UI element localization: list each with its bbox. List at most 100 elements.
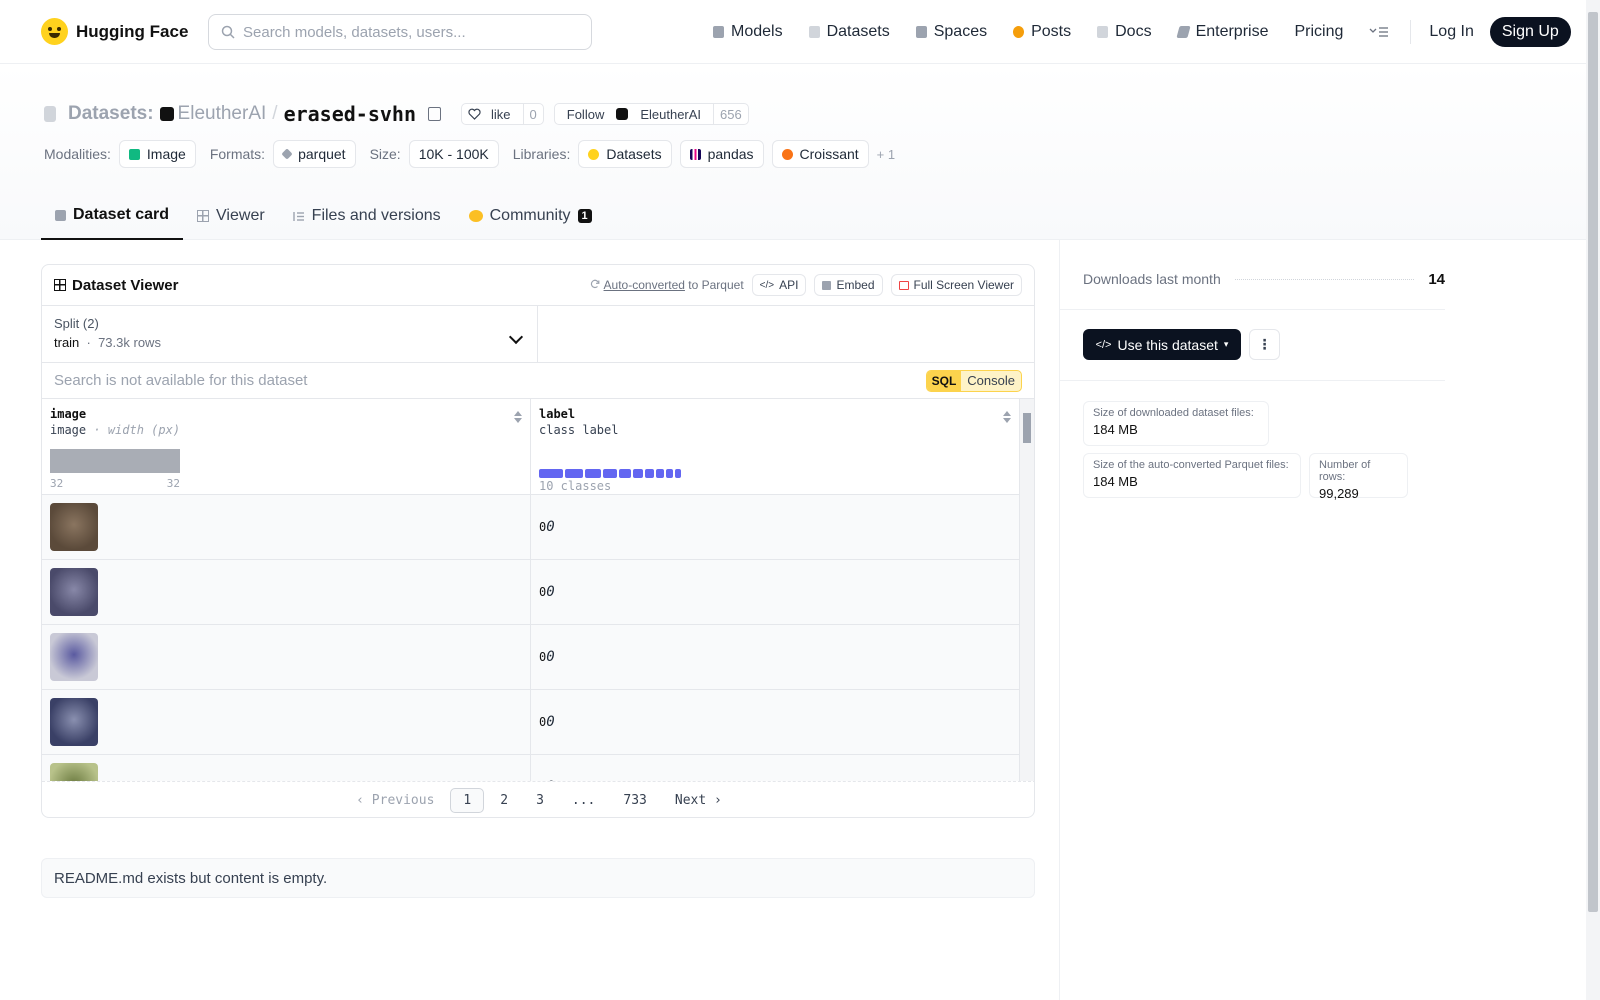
brand-link[interactable]: Hugging Face xyxy=(41,18,188,45)
column-stat-image: width (px) xyxy=(107,423,181,437)
files-icon xyxy=(292,211,304,221)
image-cell[interactable] xyxy=(42,755,531,781)
table-row[interactable]: 00 xyxy=(42,690,1020,755)
class-segment[interactable] xyxy=(633,469,643,478)
image-thumbnail[interactable] xyxy=(50,503,98,551)
class-segment[interactable] xyxy=(565,469,583,478)
table-row[interactable]: 00 xyxy=(42,495,1020,560)
nav-models[interactable]: Models xyxy=(700,23,796,41)
page-scrollbar-thumb[interactable] xyxy=(1588,12,1598,912)
class-segment[interactable] xyxy=(539,469,563,478)
column-type-label: class label xyxy=(539,423,619,437)
copy-icon[interactable] xyxy=(428,107,442,121)
image-cell[interactable] xyxy=(42,625,531,689)
previous-page-button[interactable]: ‹ Previous xyxy=(344,789,446,812)
nav-pricing-label: Pricing xyxy=(1294,23,1344,40)
nav-datasets[interactable]: Datasets xyxy=(796,23,903,41)
label-cell[interactable]: 00 xyxy=(531,690,1020,754)
full-screen-label: Full Screen Viewer xyxy=(913,278,1015,292)
label-cell[interactable]: 00 xyxy=(531,560,1020,624)
api-button[interactable]: </> API xyxy=(751,274,807,296)
more-options-button[interactable]: ⋮ xyxy=(1249,329,1280,360)
follow-label: Follow xyxy=(566,106,605,122)
more-libraries[interactable]: + 1 xyxy=(877,147,895,162)
page-scrollbar[interactable] xyxy=(1586,0,1600,1000)
enterprise-icon xyxy=(1175,26,1191,38)
tag-library-croissant[interactable]: Croissant xyxy=(771,140,869,168)
column-header-image[interactable]: image image · width (px) 32 32 xyxy=(42,399,531,494)
page-2-button[interactable]: 2 xyxy=(488,789,520,812)
tag-size-label: 10K - 100K xyxy=(418,146,489,162)
image-cell[interactable] xyxy=(42,690,531,754)
tab-community[interactable]: Community 1 xyxy=(455,192,606,240)
tab-files[interactable]: Files and versions xyxy=(279,192,455,240)
tag-library-datasets[interactable]: Datasets xyxy=(578,140,672,168)
page-1-button[interactable]: 1 xyxy=(450,788,485,813)
tab-dataset-card[interactable]: Dataset card xyxy=(41,192,184,240)
label-class-name: 0 xyxy=(546,519,555,535)
search-input[interactable] xyxy=(243,23,563,41)
use-dataset-button[interactable]: </> Use this dataset ▾ xyxy=(1083,329,1241,360)
image-cell[interactable] xyxy=(42,495,531,559)
repo-org-link[interactable]: EleutherAI xyxy=(159,103,266,125)
more-menu-button[interactable] xyxy=(1356,26,1402,38)
signup-button[interactable]: Sign Up xyxy=(1489,17,1571,47)
stat-value: 99,289 xyxy=(1319,486,1359,501)
table-scrollbar-thumb[interactable] xyxy=(1023,413,1031,443)
search-unavailable-text: Search is not available for this dataset xyxy=(54,372,308,389)
image-thumbnail[interactable] xyxy=(50,633,98,681)
page-last-button[interactable]: 733 xyxy=(611,789,658,812)
nav-enterprise[interactable]: Enterprise xyxy=(1165,23,1282,41)
sort-icon[interactable] xyxy=(1003,411,1011,423)
table-row[interactable]: 00 xyxy=(42,560,1020,625)
image-cell[interactable] xyxy=(42,560,531,624)
column-header-label[interactable]: label class label 10 classes xyxy=(531,399,1020,494)
next-page-button[interactable]: Next › xyxy=(663,789,734,812)
label-cell[interactable]: 00 xyxy=(531,625,1020,689)
tag-library-pandas[interactable]: pandas xyxy=(679,140,764,168)
nav-docs[interactable]: Docs xyxy=(1084,23,1164,41)
class-segment[interactable] xyxy=(666,469,673,478)
embed-button[interactable]: Embed xyxy=(814,274,883,296)
table-scrollbar[interactable] xyxy=(1020,399,1034,781)
label-cell[interactable]: 00 xyxy=(531,495,1020,559)
label-cell[interactable]: 00 xyxy=(531,755,1020,781)
full-screen-button[interactable]: Full Screen Viewer xyxy=(890,274,1022,296)
login-button[interactable]: Log In xyxy=(1419,23,1483,41)
full-screen-icon xyxy=(898,280,909,290)
repo-name[interactable]: erased-svhn xyxy=(284,102,416,126)
image-thumbnail[interactable] xyxy=(50,568,98,616)
nav-posts[interactable]: Posts xyxy=(1000,23,1084,41)
tab-viewer[interactable]: Viewer xyxy=(183,192,279,240)
width-histogram-bar[interactable] xyxy=(50,449,180,473)
image-thumbnail[interactable] xyxy=(50,763,98,781)
image-thumbnail[interactable] xyxy=(50,698,98,746)
tag-size[interactable]: 10K - 100K xyxy=(408,140,499,168)
class-segment[interactable] xyxy=(656,469,664,478)
class-segment[interactable] xyxy=(645,469,654,478)
like-button[interactable]: like 0 xyxy=(461,103,544,125)
nav-spaces[interactable]: Spaces xyxy=(903,23,1000,41)
search-box[interactable] xyxy=(208,14,592,50)
size-label: Size: xyxy=(369,146,401,162)
tag-format[interactable]: parquet xyxy=(273,140,356,168)
class-distribution-bar[interactable] xyxy=(539,469,681,478)
tag-modality[interactable]: Image xyxy=(118,140,196,168)
page-3-button[interactable]: 3 xyxy=(524,789,556,812)
sort-icon[interactable] xyxy=(514,411,522,423)
chevron-down-icon: ▾ xyxy=(1223,339,1229,349)
follow-button[interactable]: Follow EleutherAI 656 xyxy=(553,103,749,125)
class-segment[interactable] xyxy=(603,469,617,478)
class-segment[interactable] xyxy=(585,469,601,478)
pagination: ‹ Previous 1 2 3 ... 733 Next › xyxy=(42,781,1034,817)
class-segment[interactable] xyxy=(675,469,681,478)
auto-converted-link[interactable]: Auto-converted xyxy=(604,278,685,292)
class-segment[interactable] xyxy=(619,469,631,478)
sql-console-button[interactable]: SQL Console xyxy=(925,369,1022,392)
repo-kind-label[interactable]: Datasets: xyxy=(68,103,154,125)
table-row[interactable]: 00 xyxy=(42,625,1020,690)
split-selector[interactable]: Split (2) train · 73.3k rows xyxy=(42,306,538,362)
nav-pricing[interactable]: Pricing xyxy=(1281,23,1356,41)
use-dataset-label: Use this dataset xyxy=(1117,336,1218,353)
table-row[interactable]: 00 xyxy=(42,755,1020,781)
